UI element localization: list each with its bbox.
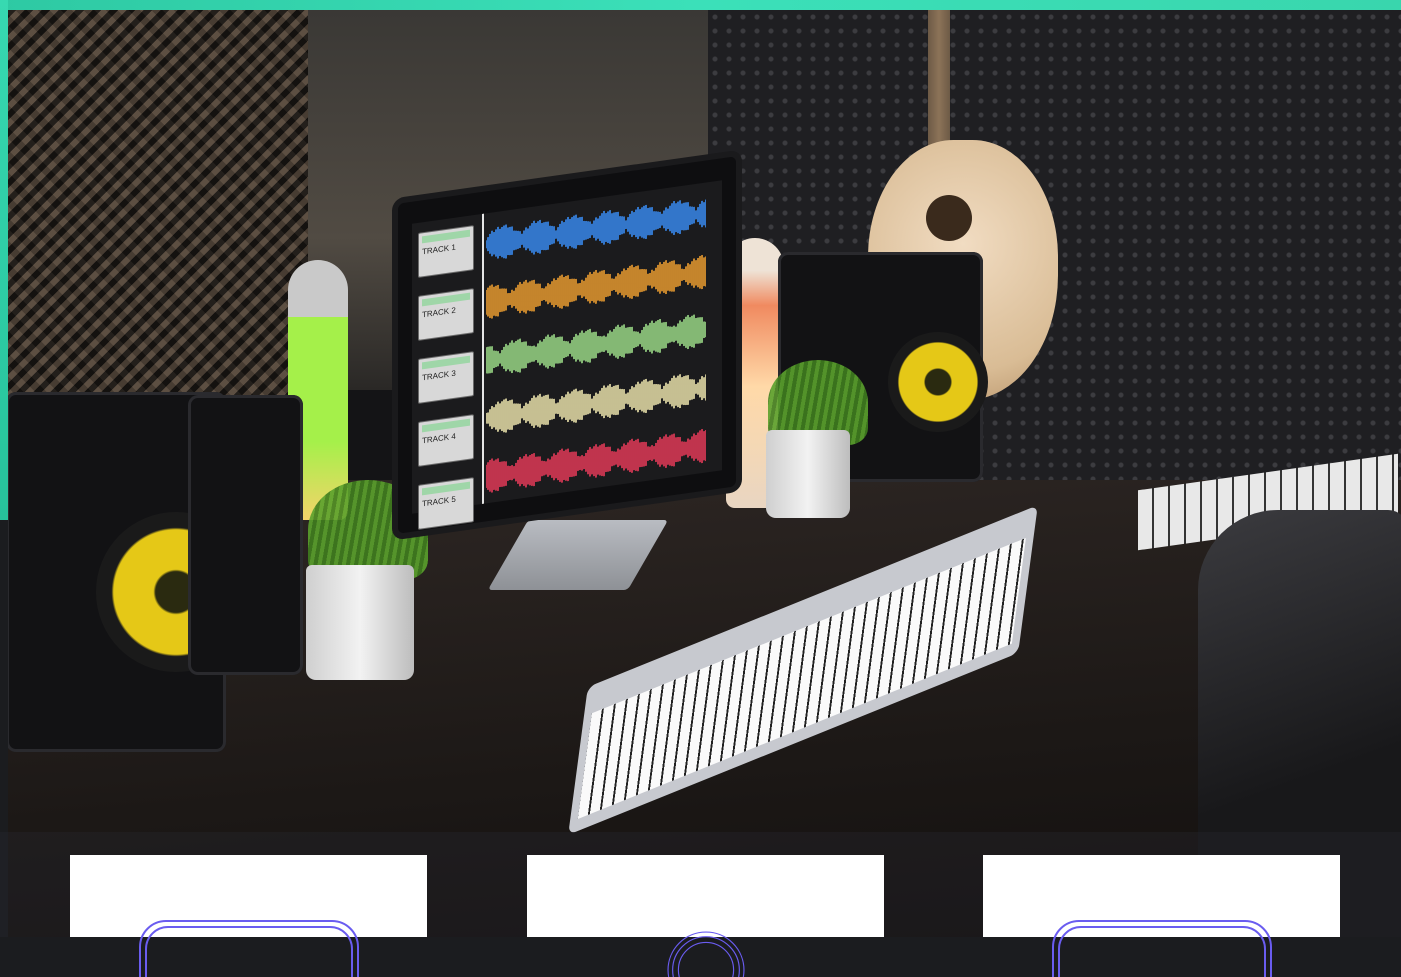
playhead	[482, 213, 484, 504]
track-waveform	[486, 374, 706, 434]
track-label: TRACK 1	[422, 242, 456, 257]
feature-card-2[interactable]	[527, 855, 884, 977]
studio-photo: TRACK 1 TRACK 2 TRACK 3 TRACK 4 TRACK 5	[8, 10, 1401, 937]
track-header: TRACK 1	[418, 225, 474, 278]
computer-monitor: TRACK 1 TRACK 2 TRACK 3 TRACK 4 TRACK 5	[398, 156, 736, 534]
track-label: TRACK 2	[422, 305, 456, 320]
track-label: TRACK 5	[422, 494, 456, 509]
rounded-square-icon	[1051, 920, 1272, 977]
track-waveform	[486, 314, 706, 374]
rounded-square-icon	[138, 920, 359, 977]
track-waveform	[486, 428, 706, 494]
track-label: TRACK 3	[422, 368, 456, 383]
track-header: TRACK 3	[418, 351, 474, 404]
accent-frame-left	[0, 0, 8, 520]
feature-card-3[interactable]	[983, 855, 1340, 977]
track-header: TRACK 5	[418, 477, 474, 530]
feature-card-1[interactable]	[70, 855, 427, 977]
daw-screen: TRACK 1 TRACK 2 TRACK 3 TRACK 4 TRACK 5	[412, 180, 722, 530]
track-waveform	[486, 254, 706, 320]
track-header: TRACK 4	[418, 414, 474, 467]
accent-frame-top	[0, 0, 1401, 10]
studio-monitor-speaker-left-2	[188, 395, 303, 675]
plant-pot-right	[766, 430, 850, 518]
guitar-soundhole	[926, 195, 972, 241]
circle-icon	[666, 931, 745, 977]
track-list: TRACK 1 TRACK 2 TRACK 3 TRACK 4 TRACK 5	[418, 225, 474, 530]
track-header: TRACK 2	[418, 288, 474, 341]
speaker-woofer	[888, 332, 988, 432]
track-waveform	[486, 199, 706, 260]
track-label: TRACK 4	[422, 431, 456, 446]
acoustic-foam-left	[8, 10, 308, 410]
plant-pot-left	[306, 565, 414, 680]
